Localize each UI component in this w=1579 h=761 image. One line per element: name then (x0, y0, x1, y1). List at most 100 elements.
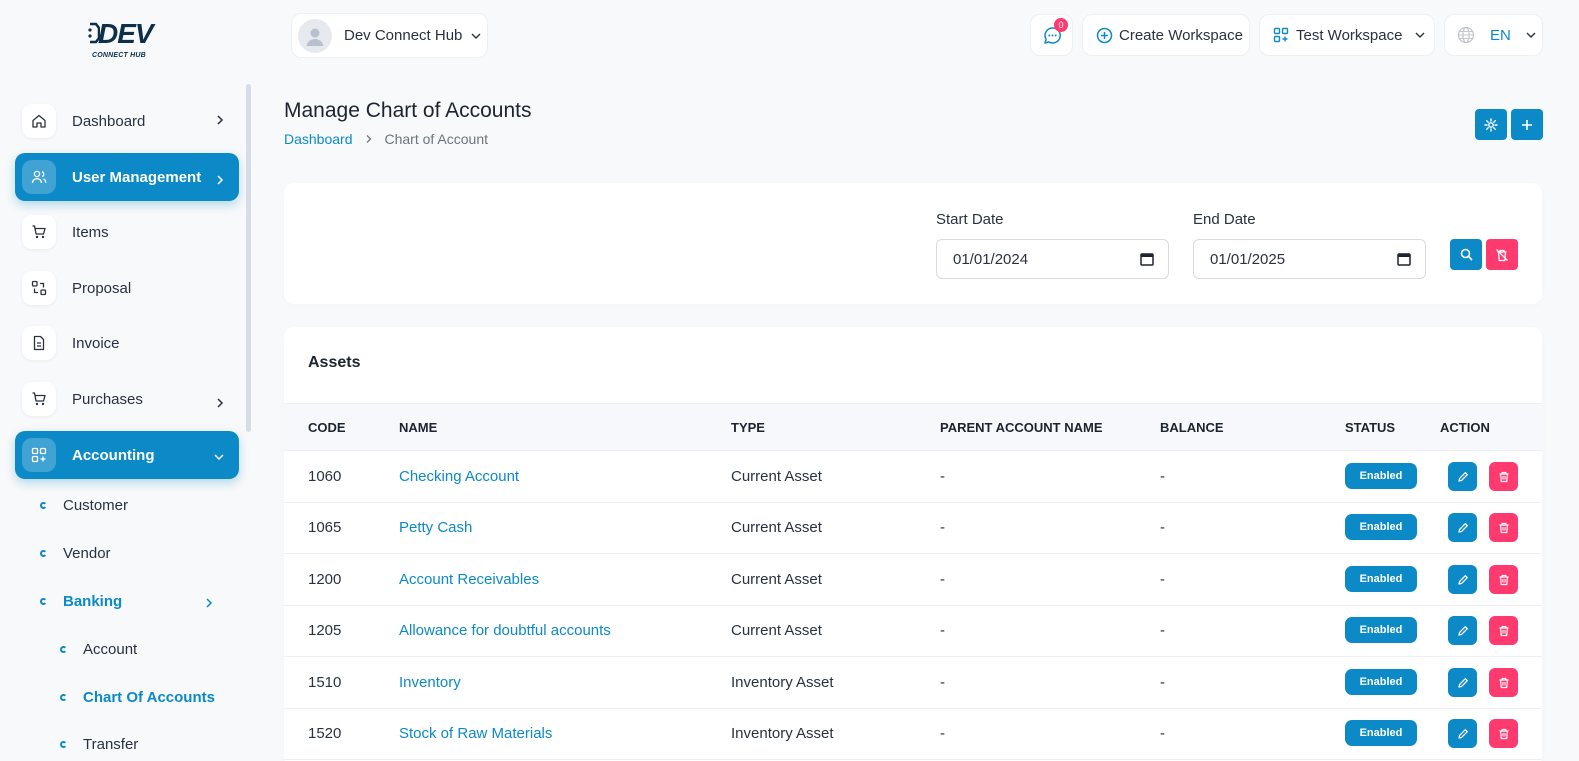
sidebar-subitem-label: Transfer (83, 736, 139, 753)
cell-parent: - (940, 674, 945, 691)
sidebar-item-accounting[interactable]: Accounting (15, 431, 239, 479)
sidebar-subitem-banking[interactable]: Banking (40, 593, 214, 610)
sidebar-item-label: Invoice (72, 334, 120, 352)
search-icon (1460, 248, 1472, 261)
chevron-right-icon (206, 598, 213, 608)
end-date-label: End Date (1193, 211, 1256, 228)
breadcrumb-dashboard-link[interactable]: Dashboard (284, 131, 353, 147)
sidebar-item-items[interactable]: Items (15, 208, 239, 256)
cell-balance: - (1160, 468, 1165, 485)
edit-button[interactable] (1448, 719, 1477, 748)
add-account-button[interactable] (1511, 109, 1543, 140)
edit-button[interactable] (1448, 565, 1477, 594)
sidebar-item-invoice[interactable]: Invoice (15, 319, 239, 367)
delete-button[interactable] (1489, 719, 1518, 748)
chevron-down-icon (1415, 32, 1425, 38)
calendar-icon[interactable] (1140, 252, 1154, 266)
cell-parent: - (940, 468, 945, 485)
column-header-type: TYPE (731, 420, 765, 435)
chevron-right-icon (217, 398, 224, 408)
delete-button[interactable] (1489, 616, 1518, 645)
bullet-icon (60, 694, 67, 701)
create-workspace-button[interactable]: Create Workspace (1082, 14, 1250, 56)
language-dropdown[interactable]: EN (1444, 14, 1543, 56)
cart-icon (22, 382, 56, 416)
delete-button[interactable] (1489, 462, 1518, 491)
account-name-link[interactable]: Stock of Raw Materials (399, 725, 552, 742)
table-row: 1520 Stock of Raw Materials Inventory Asse… (284, 708, 1542, 760)
bullet-icon (40, 502, 47, 509)
cell-type: Inventory Asset (731, 674, 834, 691)
sidebar-item-user-management[interactable]: User Management (15, 153, 239, 201)
edit-button[interactable] (1448, 616, 1477, 645)
sidebar-subitem-chart-of-accounts[interactable]: Chart Of Accounts (60, 689, 215, 706)
account-name-link[interactable]: Allowance for doubtful accounts (399, 622, 611, 639)
sidebar-subitem-vendor[interactable]: Vendor (40, 545, 111, 562)
sidebar-item-dashboard[interactable]: Dashboard (15, 97, 239, 145)
pencil-icon (1457, 574, 1468, 585)
page-title: Manage Chart of Accounts (284, 99, 532, 122)
grid-plus-icon (22, 438, 56, 472)
plus-icon (1522, 119, 1532, 130)
edit-button[interactable] (1448, 462, 1477, 491)
calendar-icon[interactable] (1397, 252, 1411, 266)
start-date-input[interactable]: 01/01/2024 (936, 239, 1169, 279)
settings-button[interactable] (1475, 109, 1507, 140)
edit-button[interactable] (1448, 513, 1477, 542)
delete-button[interactable] (1489, 668, 1518, 697)
column-header-code: CODE (308, 420, 346, 435)
home-icon (22, 104, 56, 138)
sidebar-subitem-customer[interactable]: Customer (40, 497, 128, 514)
bullet-icon (60, 646, 67, 653)
create-workspace-label: Create Workspace (1119, 26, 1243, 44)
search-button[interactable] (1450, 239, 1482, 270)
sidebar-subitem-transfer[interactable]: Transfer (60, 736, 138, 753)
chevron-down-icon (1526, 32, 1536, 38)
breadcrumb-current: Chart of Account (384, 131, 489, 147)
workspace-dropdown[interactable]: Test Workspace (1259, 14, 1435, 56)
chevron-right-icon (366, 135, 371, 143)
cell-parent: - (940, 519, 945, 536)
delete-button[interactable] (1489, 565, 1518, 594)
edit-button[interactable] (1448, 668, 1477, 697)
sidebar-subitem-account[interactable]: Account (60, 641, 137, 658)
column-header-balance: BALANCE (1160, 420, 1224, 435)
cell-balance: - (1160, 725, 1165, 742)
cell-code: 1200 (308, 571, 342, 588)
cell-code: 1205 (308, 622, 342, 639)
workspace-switcher[interactable]: Dev Connect Hub (291, 13, 488, 58)
chevron-down-icon (471, 33, 481, 39)
cell-code: 1520 (308, 725, 342, 742)
trash-icon (1499, 574, 1508, 585)
sidebar-subitem-label: Account (83, 641, 138, 658)
column-header-name: NAME (399, 420, 438, 435)
cell-type: Current Asset (731, 468, 822, 485)
sidebar-scrollbar[interactable] (246, 84, 251, 432)
account-name-link[interactable]: Checking Account (399, 468, 519, 485)
globe-icon (1457, 26, 1475, 44)
end-date-input[interactable]: 01/01/2025 (1193, 239, 1426, 279)
chevron-down-icon (214, 454, 224, 461)
table-row: 1200 Account Receivables Current Asset - - En… (284, 554, 1542, 606)
account-name-link[interactable]: Petty Cash (399, 519, 472, 536)
chevron-right-icon (217, 115, 224, 125)
sidebar-item-purchases[interactable]: Purchases (15, 375, 239, 423)
status-badge: Enabled (1345, 514, 1417, 540)
cell-parent: - (940, 725, 945, 742)
gear-icon (1484, 117, 1498, 132)
account-name-link[interactable]: Account Receivables (399, 571, 539, 588)
trash-icon (1499, 728, 1508, 739)
chat-notifications-button[interactable]: 0 (1030, 14, 1073, 56)
sidebar-item-proposal[interactable]: Proposal (15, 264, 239, 312)
trash-icon (1499, 625, 1508, 636)
account-name-link[interactable]: Inventory (399, 674, 461, 691)
cell-balance: - (1160, 674, 1165, 691)
sidebar-subitem-label: Banking (63, 593, 123, 610)
table-row: 1205 Allowance for doubtful accounts Curre… (284, 605, 1542, 657)
brand-logo[interactable]: DEV CONNECT HUB (88, 18, 164, 62)
clear-filter-button[interactable] (1486, 239, 1518, 270)
cell-code: 1065 (308, 519, 342, 536)
delete-button[interactable] (1489, 513, 1518, 542)
cell-type: Current Asset (731, 519, 822, 536)
cell-balance: - (1160, 622, 1165, 639)
